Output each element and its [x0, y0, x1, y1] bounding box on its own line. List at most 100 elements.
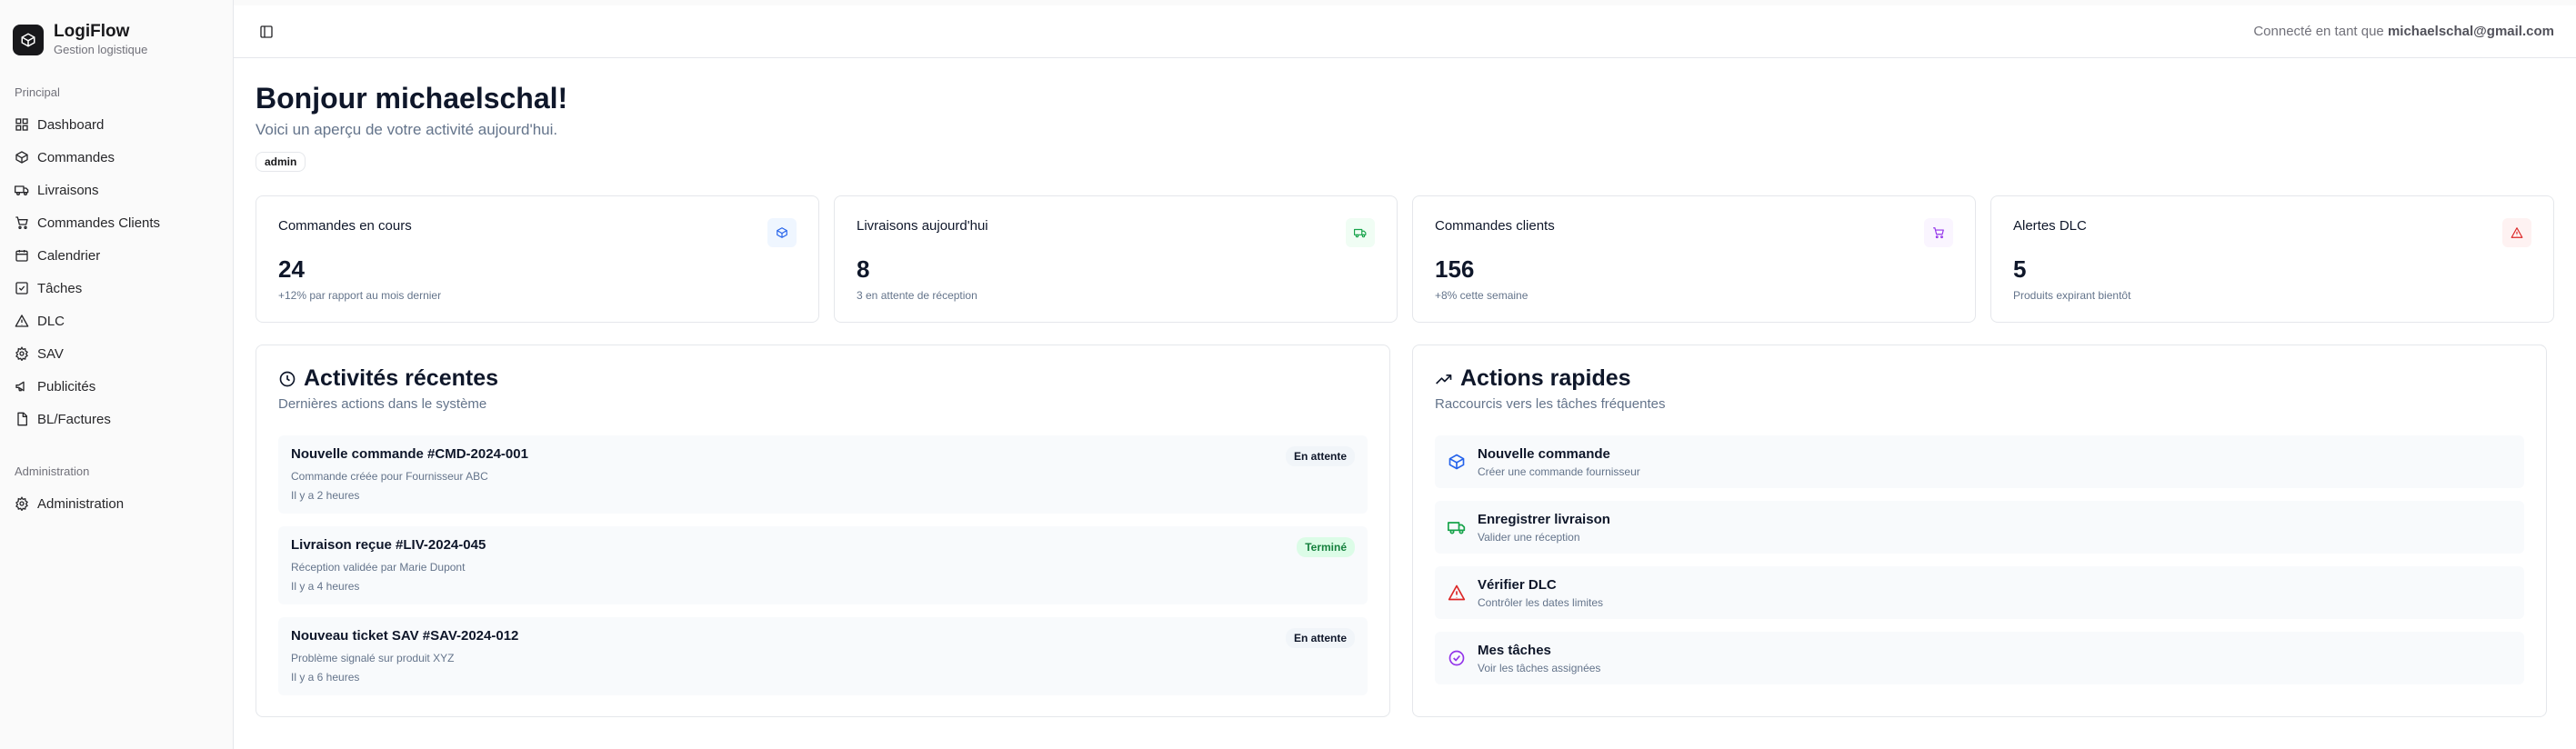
role-badge: admin — [256, 152, 306, 172]
stat-value: 5 — [2013, 255, 2027, 283]
quick-action-nouvelle-commande[interactable]: Nouvelle commande Créer une commande fou… — [1435, 435, 2524, 488]
stat-title: Livraisons aujourd'hui — [857, 218, 988, 234]
sidebar-item-label: Publicités — [37, 378, 96, 394]
activity-item[interactable]: Nouveau ticket SAV #SAV-2024-012 Problèm… — [278, 617, 1368, 695]
calendar-icon — [15, 250, 28, 262]
dashboard-content: Bonjour michaelschal! Voici un aperçu de… — [234, 58, 2576, 717]
sidebar-item-sav[interactable]: SAV — [0, 337, 233, 370]
stat-title: Commandes en cours — [278, 218, 412, 234]
settings-icon — [15, 346, 28, 361]
alert-triangle-icon — [15, 315, 29, 327]
sidebar-item-label: Tâches — [37, 280, 83, 296]
package-icon — [767, 218, 797, 247]
sidebar-item-taches[interactable]: Tâches — [0, 272, 233, 305]
panel-title-text: Actions rapides — [1460, 365, 1631, 391]
activity-time: Il y a 2 heures — [291, 489, 360, 502]
stat-title: Alertes DLC — [2013, 218, 2087, 234]
sidebar-item-livraisons[interactable]: Livraisons — [0, 174, 233, 206]
trending-up-icon — [1436, 374, 1452, 384]
stat-note: +8% cette semaine — [1435, 289, 1529, 302]
recent-activities-panel: Activités récentes Dernières actions dan… — [256, 345, 1390, 717]
sidebar-toggle-button[interactable] — [254, 19, 279, 45]
quick-action-verifier-dlc[interactable]: Vérifier DLC Contrôler les dates limites — [1435, 566, 2524, 619]
panel-subtitle: Dernières actions dans le système — [278, 396, 487, 412]
connected-as-text: Connecté en tant que michaelschal@gmail.… — [2253, 24, 2554, 39]
activity-desc: Réception validée par Marie Dupont — [291, 561, 466, 574]
sidebar-item-label: Calendrier — [37, 247, 101, 264]
quick-actions-panel: Actions rapides Raccourcis vers les tâch… — [1412, 345, 2547, 717]
sidebar-item-label: Dashboard — [37, 116, 105, 133]
grid-icon — [15, 118, 28, 131]
action-desc: Valider une réception — [1478, 530, 1580, 544]
stat-value: 24 — [278, 255, 305, 283]
panel-title-text: Activités récentes — [304, 365, 499, 391]
panel-subtitle: Raccourcis vers les tâches fréquentes — [1435, 396, 1666, 412]
cart-icon — [1924, 218, 1953, 247]
panel-left-icon — [260, 25, 273, 38]
activity-item[interactable]: Livraison reçue #LIV-2024-045 Réception … — [278, 526, 1368, 604]
sidebar-item-commandes-clients[interactable]: Commandes Clients — [0, 206, 233, 239]
settings-icon — [15, 496, 28, 511]
activity-item[interactable]: Nouvelle commande #CMD-2024-001 Commande… — [278, 435, 1368, 514]
action-desc: Contrôler les dates limites — [1478, 595, 1604, 609]
sidebar-item-dashboard[interactable]: Dashboard — [0, 108, 233, 141]
connected-email: michaelschal@gmail.com — [2387, 24, 2554, 39]
connected-prefix: Connecté en tant que — [2253, 24, 2384, 39]
stat-card-commandes-en-cours: Commandes en cours 24 +12% par rapport a… — [256, 195, 819, 323]
quick-action-enregistrer-livraison[interactable]: Enregistrer livraison Valider une récept… — [1435, 501, 2524, 554]
megaphone-icon — [15, 381, 25, 392]
brand-name: LogiFlow — [54, 22, 130, 41]
stats-row: Commandes en cours 24 +12% par rapport a… — [256, 195, 2554, 323]
stat-note: +12% par rapport au mois dernier — [278, 289, 442, 302]
sidebar-item-publicites[interactable]: Publicités — [0, 370, 233, 403]
stat-value: 8 — [857, 255, 870, 283]
activity-time: Il y a 4 heures — [291, 580, 360, 593]
action-title: Nouvelle commande — [1478, 445, 1610, 462]
section-label-principal: Principal — [15, 85, 60, 99]
activity-title: Nouveau ticket SAV #SAV-2024-012 — [291, 628, 519, 644]
page-title: Bonjour michaelschal! — [256, 82, 568, 115]
alert-triangle-icon — [1448, 584, 1466, 601]
package-icon — [1448, 454, 1465, 470]
main-area: Connecté en tant que michaelschal@gmail.… — [234, 0, 2576, 749]
action-desc: Créer une commande fournisseur — [1478, 464, 1640, 478]
action-title: Vérifier DLC — [1478, 576, 1557, 593]
sidebar-item-calendrier[interactable]: Calendrier — [0, 239, 233, 272]
stat-card-commandes-clients: Commandes clients 156 +8% cette semaine — [1412, 195, 1976, 323]
sidebar-item-administration[interactable]: Administration — [0, 487, 233, 520]
section-label-administration: Administration — [15, 464, 90, 478]
sidebar-item-label: DLC — [37, 313, 65, 329]
activity-desc: Problème signalé sur produit XYZ — [291, 652, 455, 664]
activity-title: Livraison reçue #LIV-2024-045 — [291, 537, 486, 553]
sidebar-item-label: Commandes Clients — [37, 215, 161, 231]
sidebar: LogiFlow Gestion logistique Principal Da… — [0, 0, 234, 749]
panel-title: Activités récentes — [278, 365, 1368, 392]
truck-icon — [15, 185, 29, 195]
stat-title: Commandes clients — [1435, 218, 1555, 234]
activity-time: Il y a 6 heures — [291, 671, 360, 684]
check-square-icon — [15, 282, 28, 295]
stat-value: 156 — [1435, 255, 1475, 283]
logo-package-icon — [13, 25, 44, 55]
sidebar-item-label: BL/Factures — [37, 411, 111, 427]
sidebar-item-bl-factures[interactable]: BL/Factures — [0, 403, 233, 435]
check-circle-icon — [1448, 650, 1465, 666]
sidebar-item-dlc[interactable]: DLC — [0, 305, 233, 337]
file-icon — [17, 412, 27, 426]
quick-action-mes-taches[interactable]: Mes tâches Voir les tâches assignées — [1435, 632, 2524, 684]
action-desc: Voir les tâches assignées — [1478, 661, 1601, 674]
panels-row: Activités récentes Dernières actions dan… — [256, 345, 2554, 717]
sidebar-item-commandes[interactable]: Commandes — [0, 141, 233, 174]
topbar: Connecté en tant que michaelschal@gmail.… — [234, 0, 2576, 58]
activity-desc: Commande créée pour Fournisseur ABC — [291, 470, 488, 483]
stat-note: 3 en attente de réception — [857, 289, 977, 302]
stat-note: Produits expirant bientôt — [2013, 289, 2131, 302]
clock-icon — [279, 371, 296, 386]
cart-icon — [15, 216, 28, 229]
brand-subtitle: Gestion logistique — [54, 43, 148, 56]
sidebar-item-label: Commandes — [37, 149, 115, 165]
status-badge: Terminé — [1297, 537, 1355, 557]
brand[interactable]: LogiFlow Gestion logistique — [0, 22, 233, 58]
sidebar-item-label: Administration — [37, 495, 125, 512]
stat-card-alertes-dlc: Alertes DLC 5 Produits expirant bientôt — [1990, 195, 2554, 323]
